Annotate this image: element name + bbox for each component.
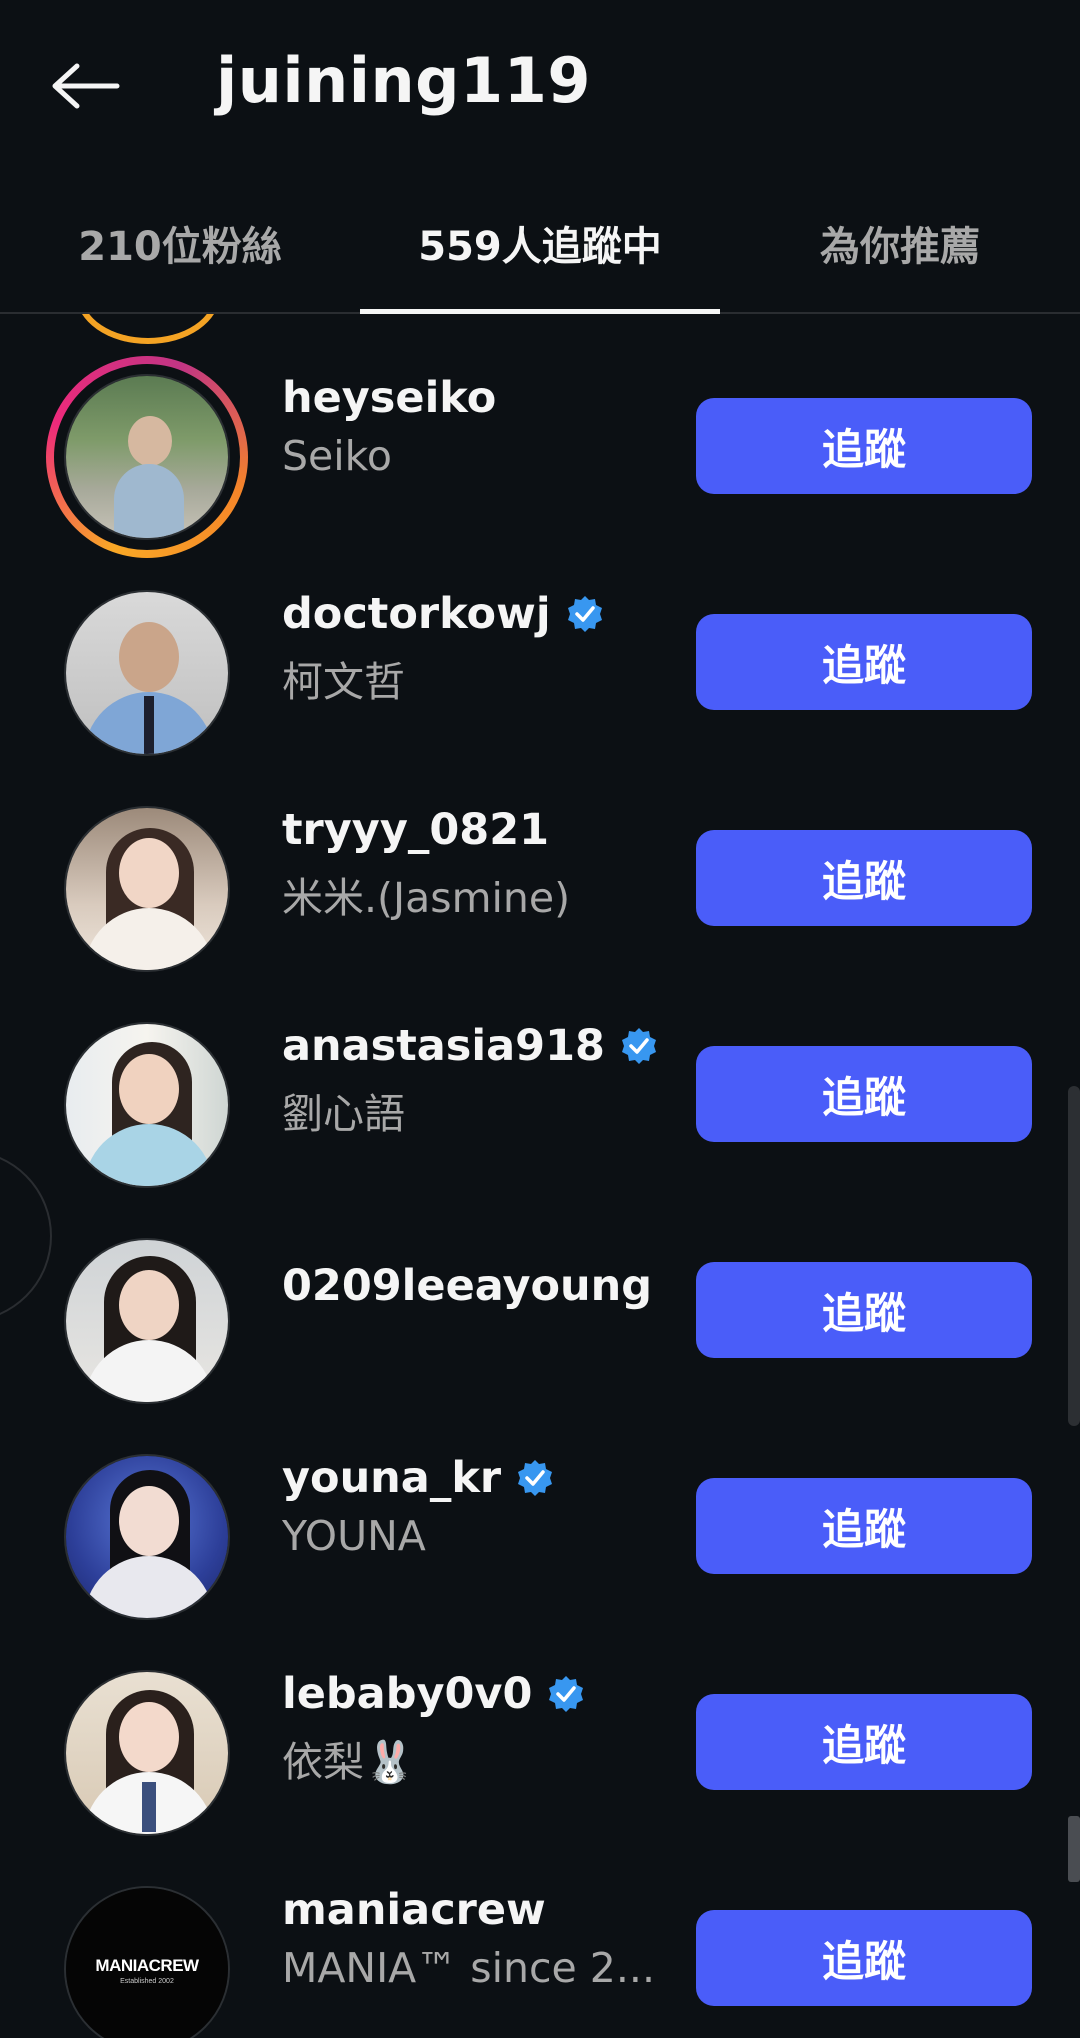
avatar-container[interactable] — [46, 1220, 248, 1422]
brand-logo-subtext: Established 2002 — [120, 1978, 174, 1985]
list-item[interactable]: MANIACREW Established 2002 maniacrew MAN… — [0, 1826, 1080, 2038]
avatar — [64, 590, 230, 756]
tab-suggested[interactable]: 為你推薦 — [720, 190, 1080, 312]
avatar-container[interactable]: MANIACREW Established 2002 — [46, 1868, 248, 2038]
following-list[interactable]: heyseiko Seiko 追蹤 doctorkowj 柯文哲 追蹤 tryy… — [0, 314, 1080, 2038]
follow-button[interactable]: 追蹤 — [696, 1046, 1032, 1142]
avatar-container[interactable] — [46, 1652, 248, 1854]
user-info: 0209leeayoung — [282, 1258, 672, 1314]
profile-username-title: juining119 — [216, 44, 591, 117]
list-item[interactable]: anastasia918 劉心語 追蹤 — [0, 962, 1080, 1188]
follow-button[interactable]: 追蹤 — [696, 1262, 1032, 1358]
username[interactable]: anastasia918 — [282, 1021, 605, 1071]
avatar: MANIACREW Established 2002 — [64, 1886, 230, 2038]
tab-followers[interactable]: 210位粉絲 — [0, 190, 360, 312]
user-info: heyseiko Seiko — [282, 370, 672, 480]
username[interactable]: heyseiko — [282, 373, 496, 423]
user-info: tryyy_0821 米米.(Jasmine) — [282, 802, 672, 924]
list-item[interactable]: doctorkowj 柯文哲 追蹤 — [0, 530, 1080, 756]
following-screen: juining119 210位粉絲 559人追蹤中 為你推薦 heyseiko … — [0, 0, 1080, 2038]
avatar-container[interactable] — [46, 788, 248, 990]
follow-button[interactable]: 追蹤 — [696, 830, 1032, 926]
avatar — [64, 1454, 230, 1620]
list-item[interactable]: youna_kr YOUNA 追蹤 — [0, 1394, 1080, 1620]
full-name: YOUNA — [282, 1512, 426, 1560]
scrollbar-track[interactable] — [1068, 1086, 1080, 1426]
back-button[interactable] — [40, 50, 130, 122]
list-item[interactable]: 0209leeayoung 追蹤 — [0, 1178, 1080, 1404]
username[interactable]: 0209leeayoung — [282, 1261, 652, 1311]
follow-button[interactable]: 追蹤 — [696, 1910, 1032, 2006]
arrow-left-icon — [52, 63, 120, 109]
avatar — [64, 374, 230, 540]
full-name: 劉心語 — [282, 1090, 405, 1138]
avatar-container[interactable] — [46, 1004, 248, 1206]
verified-badge-icon — [619, 1026, 659, 1066]
scrollbar-thumb[interactable] — [1068, 1816, 1080, 1882]
top-bar: juining119 — [0, 0, 1080, 170]
list-item[interactable]: tryyy_0821 米米.(Jasmine) 追蹤 — [0, 746, 1080, 972]
follow-tabs: 210位粉絲 559人追蹤中 為你推薦 — [0, 190, 1080, 314]
list-item[interactable]: lebaby0v0 依梨🐰 追蹤 — [0, 1610, 1080, 1836]
user-info: anastasia918 劉心語 — [282, 1018, 672, 1140]
username[interactable]: maniacrew — [282, 1885, 546, 1935]
follow-button[interactable]: 追蹤 — [696, 1694, 1032, 1790]
avatar — [64, 1022, 230, 1188]
list-item[interactable]: heyseiko Seiko 追蹤 — [0, 314, 1080, 558]
story-ring[interactable] — [46, 356, 248, 558]
avatar-container[interactable] — [46, 1436, 248, 1638]
verified-badge-icon — [515, 1458, 555, 1498]
avatar — [64, 1238, 230, 1404]
follow-button[interactable]: 追蹤 — [696, 398, 1032, 494]
username[interactable]: youna_kr — [282, 1453, 501, 1503]
user-info: youna_kr YOUNA — [282, 1450, 672, 1560]
username[interactable]: tryyy_0821 — [282, 805, 549, 855]
user-info: lebaby0v0 依梨🐰 — [282, 1666, 672, 1788]
tab-following[interactable]: 559人追蹤中 — [360, 190, 720, 314]
full-name: MANIA™ since 2... — [282, 1944, 655, 1992]
user-info: maniacrew MANIA™ since 2... — [282, 1882, 672, 1992]
username[interactable]: doctorkowj — [282, 589, 551, 639]
username[interactable]: lebaby0v0 — [282, 1669, 532, 1719]
follow-button[interactable]: 追蹤 — [696, 614, 1032, 710]
full-name: Seiko — [282, 432, 393, 480]
follow-button[interactable]: 追蹤 — [696, 1478, 1032, 1574]
full-name: 米米.(Jasmine) — [282, 874, 571, 922]
verified-badge-icon — [565, 594, 605, 634]
full-name: 柯文哲 — [282, 658, 405, 706]
full-name: 依梨🐰 — [282, 1738, 416, 1786]
avatar — [64, 806, 230, 972]
brand-logo-text: MANIACREW — [95, 1956, 199, 1975]
avatar-container[interactable] — [46, 572, 248, 774]
avatar — [64, 1670, 230, 1836]
verified-badge-icon — [546, 1674, 586, 1714]
user-info: doctorkowj 柯文哲 — [282, 586, 672, 708]
